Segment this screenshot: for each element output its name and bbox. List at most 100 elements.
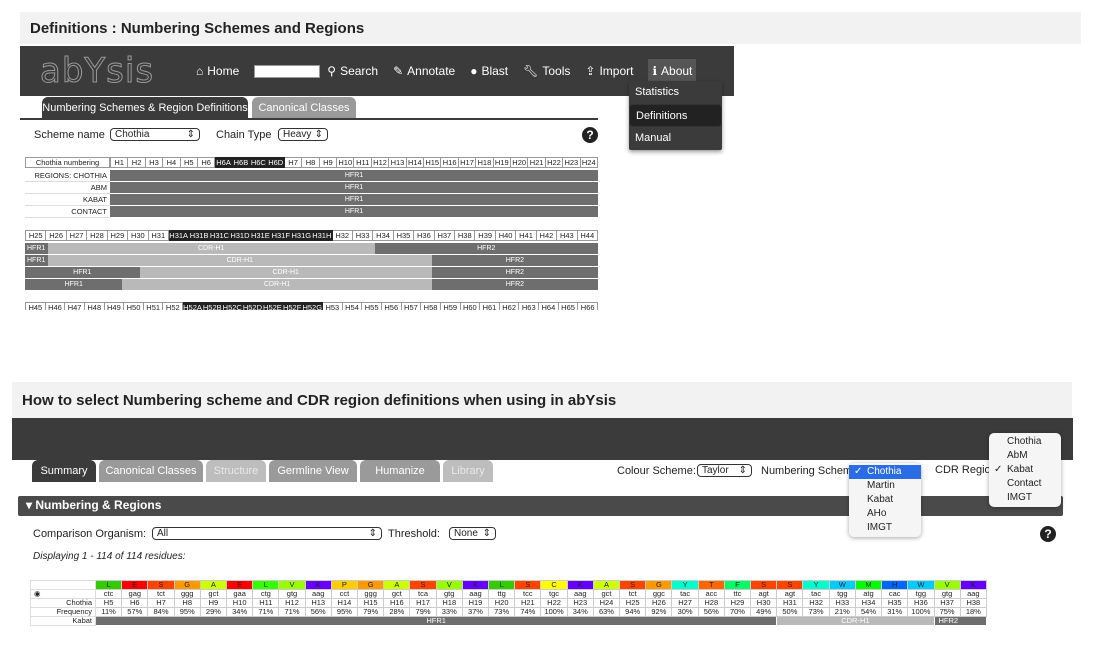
help-icon[interactable]: ? <box>582 127 598 143</box>
comparison-organism-select[interactable]: All ⇕ <box>152 527 382 540</box>
position-cell: H16 <box>441 157 459 168</box>
position-cell: H41 <box>516 230 537 241</box>
nav-search[interactable]: ⚲ Search <box>327 64 378 78</box>
kabat-region: CDR-H1 <box>776 616 935 626</box>
numbering-grid-2: H25 H26 H27 H28 H29 H30 H31 H31A H31B H31C H31D H31… <box>25 230 598 291</box>
nav-tools[interactable]: 🔧︎ Tools <box>523 64 570 78</box>
hide-icon[interactable]: ◉ <box>30 589 96 599</box>
tab-canonical-classes-2[interactable]: Canonical Classes <box>99 460 203 482</box>
codon-cell: ttg <box>488 589 516 599</box>
residue-cell[interactable]: E <box>226 580 254 590</box>
abysis-logo[interactable]: abYsis <box>39 49 154 93</box>
frequency-cell: 21% <box>828 607 856 617</box>
search-input[interactable] <box>254 64 321 78</box>
residue-cell[interactable]: W <box>828 580 856 590</box>
codon-cell: gct <box>592 589 621 599</box>
cdr-regions-label: CDR Regio <box>935 464 991 476</box>
residue-cell[interactable]: M <box>854 580 883 590</box>
menu-definitions[interactable]: Definitions <box>629 104 722 127</box>
residue-cell[interactable]: S <box>776 580 804 590</box>
residue-cell[interactable]: F <box>723 580 752 590</box>
position-cell: H48 <box>84 302 105 310</box>
residue-cell[interactable]: K <box>959 580 988 590</box>
residue-cell[interactable]: V <box>435 580 463 590</box>
residue-cell[interactable]: C <box>540 580 568 590</box>
menu-statistics[interactable]: Statistics <box>629 81 722 104</box>
residue-cell[interactable]: V <box>278 580 306 590</box>
nav-home[interactable]: ⌂ Home <box>196 64 239 78</box>
numbering-option[interactable]: Martin <box>849 479 921 493</box>
tab-library[interactable]: Library <box>443 460 493 482</box>
residue-cell[interactable]: P <box>330 580 359 590</box>
numbering-option[interactable]: Kabat <box>849 493 921 507</box>
tab-germline-view[interactable]: Germline View <box>269 460 357 482</box>
residue-cell[interactable]: S <box>514 580 542 590</box>
numbering-option[interactable]: IMGT <box>849 521 921 535</box>
tab-summary[interactable]: Summary <box>32 460 96 482</box>
kabat-region: HFR1 <box>94 616 778 626</box>
codon-cell: ggg <box>173 589 201 599</box>
tab-structure[interactable]: Structure <box>206 460 266 482</box>
position-cell: H52D <box>242 302 264 310</box>
menu-manual[interactable]: Manual <box>629 127 722 150</box>
codon-cell: tct <box>147 589 175 599</box>
residue-cell[interactable]: S <box>750 580 778 590</box>
residue-cell[interactable]: K <box>566 580 594 590</box>
threshold-select[interactable]: None ⇕ <box>449 527 496 540</box>
frequency-cell: 56% <box>697 607 725 617</box>
position-cell: H52F <box>282 302 303 310</box>
residue-cell[interactable]: L <box>252 580 280 590</box>
chothia-position: H10 <box>226 598 254 608</box>
residue-cell[interactable]: E <box>121 580 149 590</box>
nav-annotate[interactable]: ✎ Annotate <box>393 64 455 78</box>
residue-cell[interactable]: K <box>461 580 490 590</box>
numbering-grid-3: H45 H46 H47 H48 H49 H50 H51 H52 H52A H52B H52C H52D… <box>25 302 598 310</box>
tab-humanize[interactable]: Humanize <box>360 460 440 482</box>
numbering-grid-1: Chothia numbering H1 H2 H3 H4 H5 H6 H6A H6B H6C H… <box>25 157 598 218</box>
residue-cell[interactable]: S <box>409 580 437 590</box>
position-cell: H37 <box>434 230 456 241</box>
cdr-option[interactable]: Chothia <box>989 435 1061 449</box>
numbering-option[interactable]: AHo <box>849 507 921 521</box>
residue-cell[interactable]: A <box>383 580 411 590</box>
residue-cell[interactable]: L <box>94 580 123 590</box>
residue-cell[interactable]: S <box>619 580 647 590</box>
residue-cell[interactable]: W <box>907 580 935 590</box>
cdr-option[interactable]: AbM <box>989 449 1061 463</box>
frequency-cell: 49% <box>750 607 778 617</box>
residue-cell[interactable]: A <box>592 580 621 590</box>
nav-about[interactable]: ℹ About <box>648 59 697 83</box>
nav-blast[interactable]: ● Blast <box>470 64 508 78</box>
residue-cell[interactable]: G <box>645 580 673 590</box>
chothia-position: H19 <box>461 598 490 608</box>
frequency-cell: 37% <box>461 607 490 617</box>
residue-cell[interactable]: Y <box>671 580 699 590</box>
tab-canonical-classes[interactable]: Canonical Classes <box>252 97 356 119</box>
region-bar: HFR2 <box>431 267 598 279</box>
colour-scheme-select[interactable]: Taylor ⇕ <box>697 464 752 477</box>
scheme-select[interactable]: Chothia ⇕ <box>110 128 200 141</box>
position-cell: H6 <box>197 157 216 168</box>
chain-select[interactable]: Heavy ⇕ <box>278 128 328 141</box>
cdr-option[interactable]: Contact <box>989 477 1061 491</box>
cdr-option[interactable]: IMGT <box>989 491 1061 505</box>
residue-cell[interactable]: G <box>357 580 385 590</box>
residue-cell[interactable]: G <box>173 580 201 590</box>
residue-cell[interactable]: A <box>199 580 228 590</box>
codon-cell: gct <box>383 589 411 599</box>
nav-import[interactable]: ⇪ Import <box>585 64 633 78</box>
residue-cell[interactable]: V <box>933 580 961 590</box>
residue-cell[interactable]: L <box>488 580 516 590</box>
residue-cell[interactable]: H <box>881 580 909 590</box>
tab-numbering-schemes[interactable]: Numbering Schemes & Region Definitions <box>42 97 248 119</box>
cdr-option[interactable]: Kabat <box>989 463 1061 477</box>
residue-cell[interactable]: T <box>697 580 725 590</box>
residue-cell[interactable]: Y <box>802 580 830 590</box>
residue-cell[interactable]: S <box>147 580 175 590</box>
residue-cell[interactable]: K <box>304 580 332 590</box>
position-cell: H15 <box>424 157 442 168</box>
region-bar: HFR1 <box>25 267 140 279</box>
numbering-option[interactable]: Chothia <box>849 465 921 479</box>
help-icon-2[interactable]: ? <box>1040 526 1056 542</box>
position-cell: H1 <box>110 157 129 168</box>
